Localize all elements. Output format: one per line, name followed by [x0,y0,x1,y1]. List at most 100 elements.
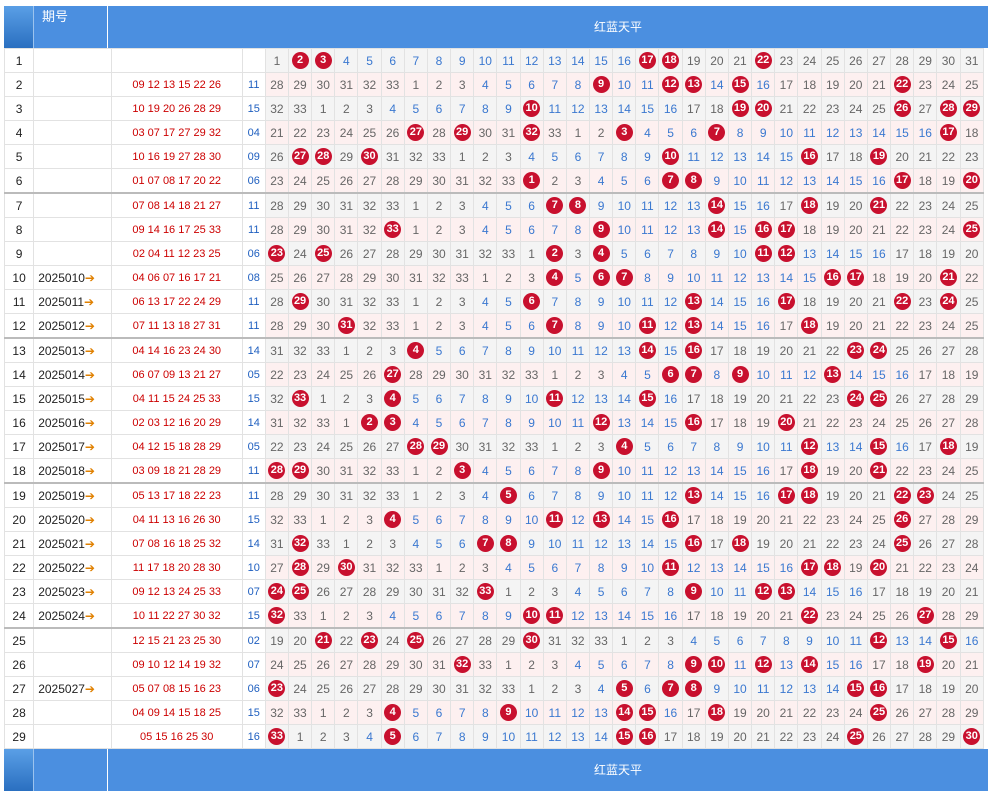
row-index: 20 [3,507,35,532]
number-cell: 22 [890,289,915,314]
number-cell: 33 [287,700,313,725]
number-cell: 31 [426,579,452,604]
number-cell: 3 [334,724,359,749]
issue-text: 2025021 [38,536,85,551]
number-cell: 29 [403,241,428,266]
number-cell: 32 [287,337,313,363]
number-cell: 13 [681,458,706,484]
number-cell: 12 [658,192,683,218]
hit-ball: 27 [407,124,425,141]
number-cell: 32 [450,652,475,677]
number-cell: 6 [403,724,428,749]
number-cell: 16 [658,603,683,629]
number-cell: 26 [890,700,915,725]
number-cell: 19 [727,507,753,532]
number-cell: 1 [403,192,428,218]
number-cell: 11 [542,386,567,411]
number-cell: 20 [936,652,961,677]
number-cell: 33 [426,144,452,169]
number-cell: 21 [913,144,938,169]
table-header: 期号 红蓝天平 [4,6,988,48]
number-cell: 16 [751,217,776,242]
number-cell: 23 [913,72,938,97]
number-cell: 25 [357,120,382,145]
number-cell: 5 [403,507,428,532]
number-cell: 16 [890,362,915,387]
blue-number: 11 [241,289,266,314]
hit-ball: 16 [754,221,772,238]
hit-ball: 1 [523,172,541,189]
hit-ball: 13 [685,487,703,504]
number-cell: 13 [589,603,614,629]
hit-ball: 16 [638,728,656,745]
number-cell: 4 [473,72,498,97]
number-cell: 24 [936,313,961,339]
number-cell: 29 [936,724,961,749]
number-cell: 7 [542,313,567,339]
number-cell: 19 [936,241,961,266]
table-row: 13 2025013➔ 04 14 16 23 24 30 14 31 32 33 1 2 3 4 5… [3,337,985,363]
blue-number: 02 [241,627,266,653]
number-cell: 20 [843,192,868,218]
number-cell: 33 [450,265,475,290]
table-row: 23 2025023➔ 09 12 13 24 25 33 07 24 25 26 27 28 2… [3,579,985,604]
hit-ball: 7 [662,680,680,697]
number-cell: 16 [635,724,660,749]
number-cell: 12 [820,120,845,145]
arrow-icon: ➔ [84,463,95,478]
number-cell: 25 [311,241,336,266]
number-cell: 22 [797,507,822,532]
hit-ball: 33 [384,221,402,238]
number-cell: 14 [797,652,822,677]
number-cell: 4 [612,362,637,387]
arrow-icon: ➔ [84,343,95,358]
hit-ball: 14 [708,197,726,214]
number-cell: 31 [403,265,428,290]
number-cell: 1 [542,362,567,387]
number-cell: 33 [287,386,313,411]
number-cell: 18 [797,192,822,218]
number-cell: 6 [681,120,706,145]
number-cell: 19 [936,168,961,194]
number-cell: 21 [797,337,822,363]
number-cell: 19 [820,192,845,218]
number-cell: 19 [751,337,776,363]
issue-text: 2025014 [38,367,85,382]
hit-ball: 29 [291,462,309,479]
number-cell: 19 [820,217,845,242]
number-cell: 20 [843,72,868,97]
number-cell: 8 [426,48,452,73]
issue-number: 2025012➔ [33,313,112,339]
arrow-icon: ➔ [84,560,95,575]
hit-ball: 8 [569,197,587,214]
hit-ball: 23 [268,680,286,697]
number-cell: 1 [403,482,428,508]
number-cell: 27 [287,144,313,169]
number-cell: 14 [727,555,753,580]
number-cell: 16 [774,555,799,580]
number-cell: 28 [357,652,382,677]
number-cell: 1 [496,652,521,677]
table-row: 15 2025015➔ 04 11 15 24 25 33 15 32 33 1 2 3 4 5 6 7… [3,386,985,411]
number-cell: 20 [751,386,776,411]
table-row: 25 12 15 21 23 25 30 02 19 20 21 22 23 24 25 26 27 2… [3,627,985,653]
number-cell: 1 [311,386,336,411]
number-cell: 16 [913,120,938,145]
number-cell: 23 [264,168,289,194]
number-cell: 5 [496,458,521,484]
number-cell: 14 [704,313,729,339]
number-cell: 23 [774,48,799,73]
number-cell: 1 [287,724,313,749]
number-cell: 3 [357,96,382,121]
number-cell: 7 [426,724,452,749]
hit-ball: 13 [592,511,610,528]
number-cell: 7 [450,96,475,121]
number-cell: 20 [751,700,776,725]
number-cell: 29 [334,144,359,169]
number-cell: 6 [426,700,452,725]
winning-numbers: 04 14 16 23 24 30 [110,337,243,363]
number-cell: 27 [357,241,382,266]
number-cell: 24 [866,531,892,556]
number-cell: 15 [820,579,845,604]
number-cell: 28 [334,265,359,290]
